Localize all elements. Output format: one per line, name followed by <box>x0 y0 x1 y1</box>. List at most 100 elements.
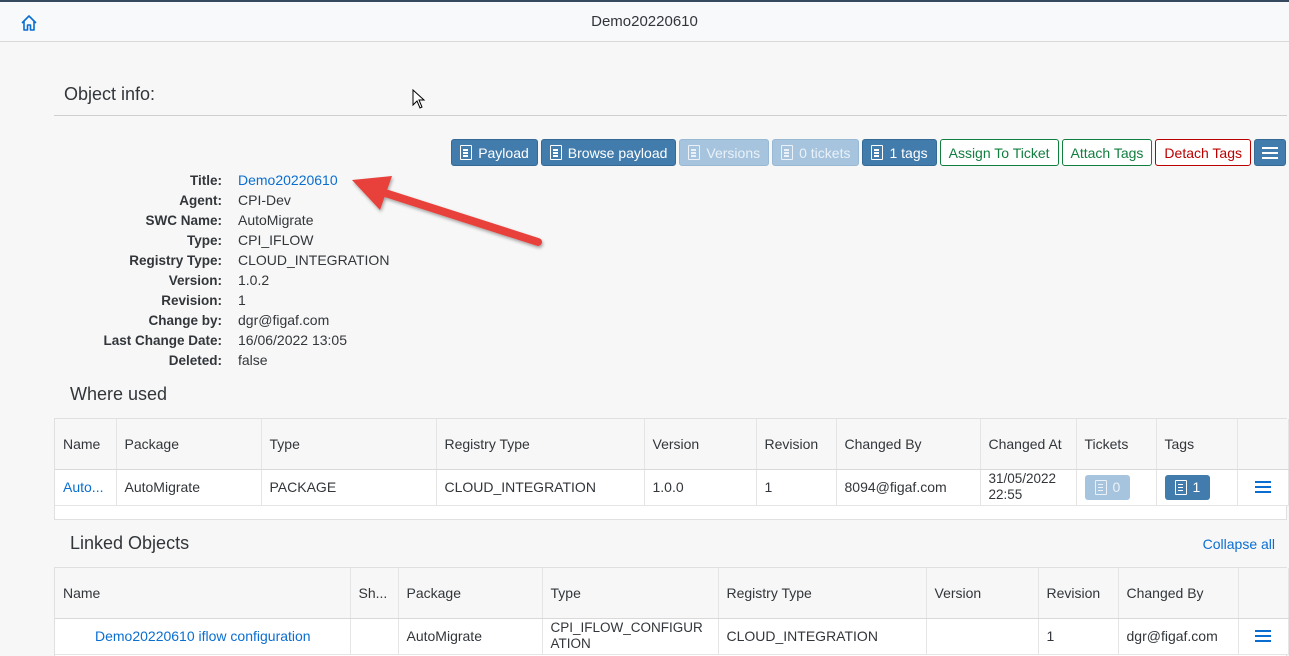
payload-label: Payload <box>478 144 529 161</box>
registry-type-label: Registry Type: <box>129 252 222 268</box>
row-actions-cell <box>1237 469 1289 506</box>
row-menu-button[interactable] <box>1247 630 1280 642</box>
detach-tags-button[interactable]: Detach Tags <box>1155 139 1251 166</box>
linked-row-version <box>926 618 1039 655</box>
agent-value: CPI-Dev <box>238 192 291 208</box>
tickets-button[interactable]: 0 tickets <box>772 139 860 166</box>
title-link[interactable]: Demo20220610 <box>238 172 338 188</box>
overflow-menu-button[interactable] <box>1254 139 1286 166</box>
type-label: Type: <box>186 232 222 248</box>
tickets-count-button[interactable]: 0 <box>1084 474 1131 500</box>
column-header-name[interactable]: Name <box>55 419 117 470</box>
swc-name-label: SWC Name: <box>145 212 222 228</box>
tags-count-button[interactable]: 1 <box>1164 474 1211 500</box>
column-header-type[interactable]: Type <box>261 419 437 470</box>
tags-label: 1 tags <box>889 144 928 161</box>
table-row[interactable]: Auto... AutoMigrate PACKAGE CLOUD_INTEGR… <box>55 469 1289 506</box>
copy-icon <box>1174 479 1187 495</box>
last-change-date-label: Last Change Date: <box>103 332 222 348</box>
mouse-cursor-icon <box>412 89 426 109</box>
column-header-registry-type[interactable]: Registry Type <box>718 568 927 619</box>
linked-header-row: Name Sh... Package Type Registry Type Ve… <box>55 568 1289 619</box>
linked-row-actions-cell <box>1238 618 1289 655</box>
version-label: Version: <box>168 272 222 288</box>
collapse-all-link[interactable]: Collapse all <box>1203 536 1275 552</box>
row-changed-at: 31/05/2022 22:55 <box>980 469 1077 506</box>
shell-title: Demo20220610 <box>591 13 698 30</box>
row-tags-cell: 1 <box>1156 469 1238 506</box>
change-by-label: Change by: <box>148 312 222 328</box>
agent-label: Agent: <box>179 192 222 208</box>
revision-label: Revision: <box>161 292 222 308</box>
column-header-version[interactable]: Version <box>644 419 757 470</box>
tags-button[interactable]: 1 tags <box>862 139 937 166</box>
tags-count: 1 <box>1192 479 1201 495</box>
swc-name-value: AutoMigrate <box>238 212 314 228</box>
document-icon <box>460 145 473 160</box>
where-used-heading: Where used <box>70 384 168 404</box>
last-change-date-value: 16/06/2022 13:05 <box>238 332 347 348</box>
linked-objects-heading: Linked Objects <box>70 533 190 553</box>
attach-tags-button[interactable]: Attach Tags <box>1061 139 1153 166</box>
browse-payload-label: Browse payload <box>567 144 668 161</box>
change-by-value: dgr@figaf.com <box>238 312 330 328</box>
row-menu-button[interactable] <box>1246 481 1280 493</box>
row-registry-type: CLOUD_INTEGRATION <box>436 469 645 506</box>
row-changed-by: 8094@figaf.com <box>836 469 981 506</box>
column-header-revision[interactable]: Revision <box>756 419 837 470</box>
row-tickets-cell: 0 <box>1076 469 1157 506</box>
deleted-label: Deleted: <box>168 352 222 368</box>
column-header-registry-type[interactable]: Registry Type <box>436 419 645 470</box>
versions-label: Versions <box>706 144 761 161</box>
linked-row-changed-by: dgr@figaf.com <box>1118 618 1239 655</box>
copy-icon <box>781 145 794 160</box>
type-value: CPI_IFLOW <box>238 232 314 248</box>
where-used-table: Name Package Type Registry Type Version … <box>54 418 1289 520</box>
row-package: AutoMigrate <box>116 469 262 506</box>
linked-row-registry-type: CLOUD_INTEGRATION <box>718 618 927 655</box>
assign-to-ticket-button[interactable]: Assign To Ticket <box>939 139 1059 166</box>
column-header-actions <box>1237 419 1289 470</box>
column-header-name[interactable]: Name <box>55 568 351 619</box>
tickets-count: 0 <box>1112 479 1121 495</box>
where-used-header-row: Name Package Type Registry Type Version … <box>55 419 1289 470</box>
column-header-tickets[interactable]: Tickets <box>1076 419 1157 470</box>
copy-icon <box>1094 479 1107 495</box>
menu-icon <box>1255 630 1271 642</box>
menu-icon <box>1262 146 1278 159</box>
row-type: PACKAGE <box>261 469 437 506</box>
title-label: Title: <box>189 172 222 188</box>
row-version: 1.0.0 <box>644 469 757 506</box>
linked-row-package: AutoMigrate <box>398 618 543 655</box>
linked-row-revision: 1 <box>1038 618 1119 655</box>
revision-value: 1 <box>238 292 246 308</box>
copy-icon <box>871 145 884 160</box>
row-name-link[interactable]: Auto... <box>55 469 117 506</box>
object-toolbar: Payload Browse payload Versions 0 ticket… <box>451 139 1286 166</box>
browse-payload-button[interactable]: Browse payload <box>540 139 677 166</box>
column-header-changed-at[interactable]: Changed At <box>980 419 1077 470</box>
menu-icon <box>1254 481 1271 493</box>
column-header-sh[interactable]: Sh... <box>350 568 399 619</box>
shell-bar: Demo20220610 <box>0 0 1289 42</box>
object-info-heading: Object info: <box>64 84 156 104</box>
column-header-version[interactable]: Version <box>926 568 1039 619</box>
column-header-tags[interactable]: Tags <box>1156 419 1238 470</box>
column-header-package[interactable]: Package <box>398 568 543 619</box>
document-icon <box>549 145 562 160</box>
linked-row-type: CPI_IFLOW_CONFIGURATION <box>542 618 719 655</box>
column-header-type[interactable]: Type <box>542 568 719 619</box>
linked-objects-table: Name Sh... Package Type Registry Type Ve… <box>54 567 1289 656</box>
column-header-changed-by[interactable]: Changed By <box>1118 568 1239 619</box>
linked-row-name-link[interactable]: Demo20220610 iflow configuration <box>55 618 351 655</box>
annotation-arrow <box>352 176 542 246</box>
column-header-actions <box>1237 568 1289 619</box>
table-row[interactable]: Demo20220610 iflow configuration AutoMig… <box>55 618 1289 655</box>
column-header-changed-by[interactable]: Changed By <box>836 419 981 470</box>
row-revision: 1 <box>756 469 837 506</box>
payload-button[interactable]: Payload <box>451 139 538 166</box>
column-header-package[interactable]: Package <box>116 419 262 470</box>
tickets-label: 0 tickets <box>799 144 851 161</box>
versions-button[interactable]: Versions <box>679 139 770 166</box>
column-header-revision[interactable]: Revision <box>1038 568 1119 619</box>
